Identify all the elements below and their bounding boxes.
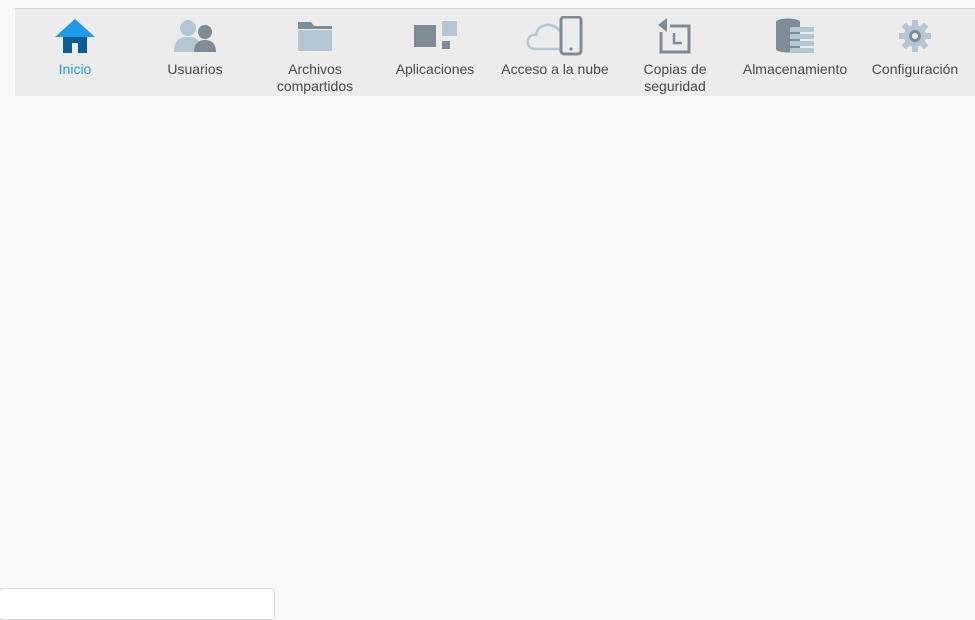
nav-item-archivos-compartidos[interactable]: Archivos compartidos [255, 9, 375, 96]
nav-item-copias-seguridad[interactable]: Copias de seguridad [615, 9, 735, 96]
main-nav: Inicio Usuarios Archivos compartidos Apl… [15, 9, 975, 96]
gear-icon [855, 16, 975, 56]
cloud-phone-icon [495, 16, 615, 56]
nav-item-configuracion[interactable]: Configuración [855, 9, 975, 96]
nav-label-configuracion: Configuración [871, 61, 959, 77]
nav-label-usuarios: Usuarios [167, 61, 223, 77]
nav-label-almacenamiento: Almacenamiento [742, 61, 848, 77]
nav-label-aplicaciones: Aplicaciones [395, 61, 475, 77]
nav-item-inicio[interactable]: Inicio [15, 9, 135, 96]
nav-label-archivos-compartidos: Archivos compartidos [276, 61, 354, 94]
nav-item-aplicaciones[interactable]: Aplicaciones [375, 9, 495, 96]
nav-label-copias-seguridad: Copias de seguridad [643, 61, 707, 94]
nav-item-acceso-nube[interactable]: Acceso a la nube [495, 9, 615, 96]
apps-icon [375, 16, 495, 56]
bottom-panel [0, 588, 275, 620]
nav-item-almacenamiento[interactable]: Almacenamiento [735, 9, 855, 96]
storage-icon [735, 16, 855, 56]
nav-label-inicio: Inicio [58, 61, 92, 77]
nav-label-acceso-nube: Acceso a la nube [501, 61, 609, 77]
nav-item-usuarios[interactable]: Usuarios [135, 9, 255, 96]
backup-icon [615, 16, 735, 56]
folder-icon [255, 16, 375, 56]
users-icon [135, 16, 255, 56]
home-icon [15, 16, 135, 56]
